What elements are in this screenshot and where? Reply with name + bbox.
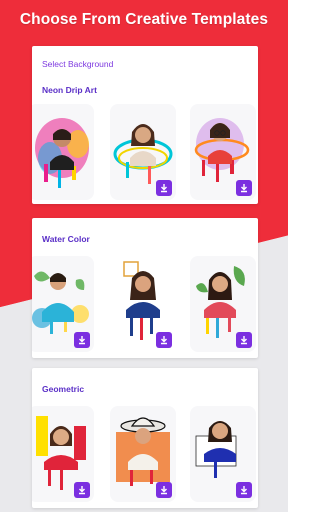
neon-drip-art-1 [35, 118, 89, 188]
template-row [32, 104, 258, 204]
template-row [32, 256, 258, 356]
download-icon [161, 486, 167, 495]
template-row [32, 406, 258, 506]
download-button[interactable] [236, 332, 252, 348]
neon-drip-card: Select Background Neon Drip Art [32, 46, 258, 204]
headline: Choose From Creative Templates [19, 11, 269, 28]
download-icon [241, 336, 247, 345]
water-color-card: Water Color [32, 218, 258, 358]
download-button[interactable] [236, 482, 252, 498]
template-thumbnail[interactable] [32, 256, 94, 352]
download-icon [241, 184, 247, 193]
section-title-geometric: Geometric [42, 384, 85, 394]
download-button[interactable] [74, 482, 90, 498]
section-title-water-color: Water Color [42, 234, 90, 244]
download-icon [79, 486, 85, 495]
template-thumbnail[interactable] [190, 256, 256, 352]
section-title-neon-drip: Neon Drip Art [42, 85, 97, 95]
template-thumbnail[interactable] [190, 104, 256, 200]
template-thumbnail[interactable] [110, 256, 176, 352]
template-thumbnail[interactable] [32, 104, 94, 200]
download-button[interactable] [156, 180, 172, 196]
download-button[interactable] [156, 482, 172, 498]
download-button[interactable] [236, 180, 252, 196]
template-thumbnail[interactable] [110, 406, 176, 502]
download-icon [161, 336, 167, 345]
select-background-label: Select Background [42, 59, 114, 69]
geometric-card: Geometric [32, 368, 258, 508]
template-thumbnail[interactable] [190, 406, 256, 502]
download-button[interactable] [156, 332, 172, 348]
download-icon [79, 336, 85, 345]
template-thumbnail[interactable] [110, 104, 176, 200]
template-thumbnail[interactable] [32, 406, 94, 502]
download-icon [241, 486, 247, 495]
download-icon [161, 184, 167, 193]
download-button[interactable] [74, 332, 90, 348]
